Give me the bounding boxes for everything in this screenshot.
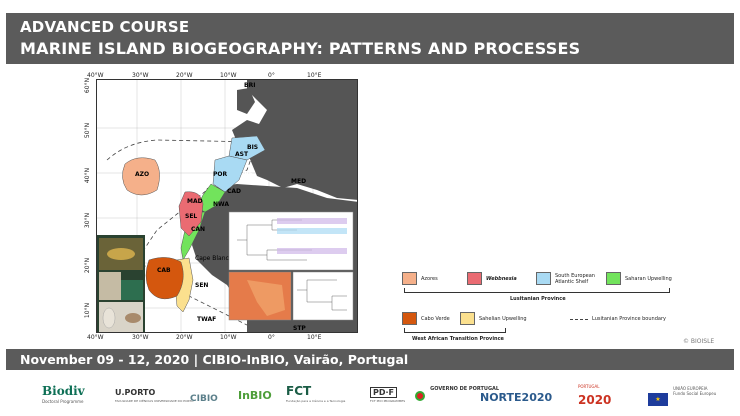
label-bis: BIS [247, 144, 259, 151]
logo-uporto-text: U.PORTO [115, 388, 156, 397]
logo-eu-text-group: UNIÃO EUROPEIA Fundo Social Europeu [673, 386, 716, 396]
lat-label-30n: 30°N [84, 212, 92, 229]
legend-saharan-swatch [606, 272, 621, 285]
logo-inbio: InBIO [238, 384, 272, 414]
governo-emblem-icon [415, 391, 425, 401]
date-location-text: November 09 - 12, 2020 | CIBIO-InBIO, Va… [20, 352, 409, 367]
label-ibe: IBE [242, 171, 253, 178]
legend-sahelian-label: Sahelian Upwelling [479, 316, 527, 322]
logo-biodiv-text: Biodiv [42, 384, 85, 398]
fish-figure [107, 248, 135, 260]
lusitanian-bracket [404, 288, 670, 293]
west-african-province-label: West African Transition Province [412, 336, 504, 342]
lat-label-20n: 20°N [84, 257, 92, 274]
lon-label-bottom-20w: 20°W [176, 334, 193, 341]
logo-cibio: CIBIO [190, 386, 218, 416]
species-photo-shell [99, 272, 121, 300]
legend-shelf-swatch [536, 272, 551, 285]
legend-cabo-verde-swatch [402, 312, 417, 325]
lat-label-40n: 40°N [84, 167, 92, 184]
label-cab: CAB [157, 267, 171, 274]
logo-eu: ★ UNIÃO EUROPEIA Fundo Social Europeu [648, 386, 716, 416]
label-sen: SEN [195, 282, 209, 289]
legend-webbnesia-label: Webbnesia [486, 276, 517, 282]
label-azo: AZO [135, 171, 150, 178]
logo-fct-text: FCT [286, 384, 312, 398]
legend-saharan-label: Saharan Upwelling [625, 276, 672, 282]
label-sel: SEL [185, 213, 198, 220]
lat-label-60n: 60°N [84, 77, 92, 94]
lon-label-bottom-0: 0° [268, 334, 275, 341]
shell-figure [102, 307, 116, 329]
logo-pdf-text: PD·F [370, 387, 398, 398]
legend-webbnesia-swatch [467, 272, 482, 285]
logo-biodiv-sub: Doctoral Programme [42, 399, 84, 404]
legend-azores-swatch [402, 272, 417, 285]
logo-uporto: U.PORTO FACULDADE DE CIÊNCIAS UNIVERSIDA… [115, 380, 194, 410]
biogeography-map: BRI BIS AST POR IBE MED CAD AZO MAD NWA … [96, 79, 358, 333]
crab-figure [125, 313, 141, 323]
label-cad: CAD [227, 188, 242, 195]
legend-sahelian-swatch [460, 312, 475, 325]
course-type-title: ADVANCED COURSE [20, 18, 190, 36]
lon-label-10w: 10°W [220, 72, 237, 79]
logo-phd-programmes: PD·F FCT PhD PROGRAMMES [370, 380, 405, 410]
phylogeny-band-blue [277, 228, 347, 234]
logo-fct: FCT Fundação para a Ciência e a Tecnolog… [286, 380, 345, 410]
lon-label-0: 0° [268, 72, 275, 79]
logo-portugal2020-sub: PORTUGAL [578, 384, 600, 389]
label-bri: BRI [244, 82, 256, 89]
logo-inbio-text: InBIO [238, 389, 272, 402]
legend-cabo-verde-label: Cabo Verde [421, 316, 450, 322]
lat-label-10n: 10°N [84, 302, 92, 319]
label-ast: AST [235, 151, 249, 158]
logo-fct-sub: Fundação para a Ciência e a Tecnologia [286, 399, 346, 403]
label-cape-blanc: Cape Blanc [195, 255, 229, 262]
lon-label-20w: 20°W [176, 72, 193, 79]
region-cabo-verde [145, 257, 184, 300]
logo-pdf-sub: FCT PhD PROGRAMMES [370, 399, 406, 403]
label-stp: STP [293, 325, 306, 332]
species-photo-algae [121, 280, 143, 300]
label-mad: MAD [187, 198, 203, 205]
label-can: CAN [191, 226, 206, 233]
legend-boundary-line [570, 319, 588, 320]
lusitanian-province-label: Lusitanian Province [510, 296, 566, 302]
lon-label-bottom-30w: 30°W [132, 334, 149, 341]
logo-portugal2020: PORTUGAL 2020 [578, 384, 611, 414]
logo-biodiv: Biodiv Doctoral Programme [42, 380, 85, 410]
logo-norte-text: NORTE2020 [480, 391, 553, 404]
course-title: MARINE ISLAND BIOGEOGRAPHY: PATTERNS AND… [20, 39, 581, 58]
image-credit: © BIOISLE [683, 338, 715, 345]
eu-flag-icon: ★ [648, 393, 668, 406]
lon-label-bottom-40w: 40°W [87, 334, 104, 341]
label-twaf: TWAF [197, 316, 217, 323]
legend-boundary-label: Lusitanian Province boundary [592, 316, 666, 322]
logo-norte2020: NORTE2020 [480, 386, 552, 416]
lon-label-30w: 30°W [132, 72, 149, 79]
date-location-banner: November 09 - 12, 2020 | CIBIO-InBIO, Va… [6, 349, 734, 370]
logo-eu-sub: Fundo Social Europeu [673, 391, 717, 396]
label-nwa: NWA [213, 201, 230, 208]
logo-cibio-text: CIBIO [190, 394, 218, 404]
phylogeny-band-purple-2 [277, 248, 347, 254]
header-banner: ADVANCED COURSE MARINE ISLAND BIOGEOGRAP… [6, 13, 734, 64]
lon-label-10e: 10°E [307, 72, 322, 79]
legend-shelf-label-2: Atlantic Shelf [555, 279, 589, 285]
lon-label-bottom-10e: 10°E [307, 334, 322, 341]
logo-portugal2020-text: 2020 [578, 393, 612, 407]
lon-label-bottom-10w: 10°W [220, 334, 237, 341]
west-african-bracket [404, 328, 506, 333]
logo-uporto-sub: FACULDADE DE CIÊNCIAS UNIVERSIDADE DO PO… [115, 399, 194, 403]
legend-azores-label: Azores [421, 276, 438, 282]
label-med: MED [291, 178, 307, 185]
lat-label-50n: 50°N [84, 122, 92, 139]
label-por: POR [213, 171, 228, 178]
phylogeny-band-purple [277, 218, 347, 224]
